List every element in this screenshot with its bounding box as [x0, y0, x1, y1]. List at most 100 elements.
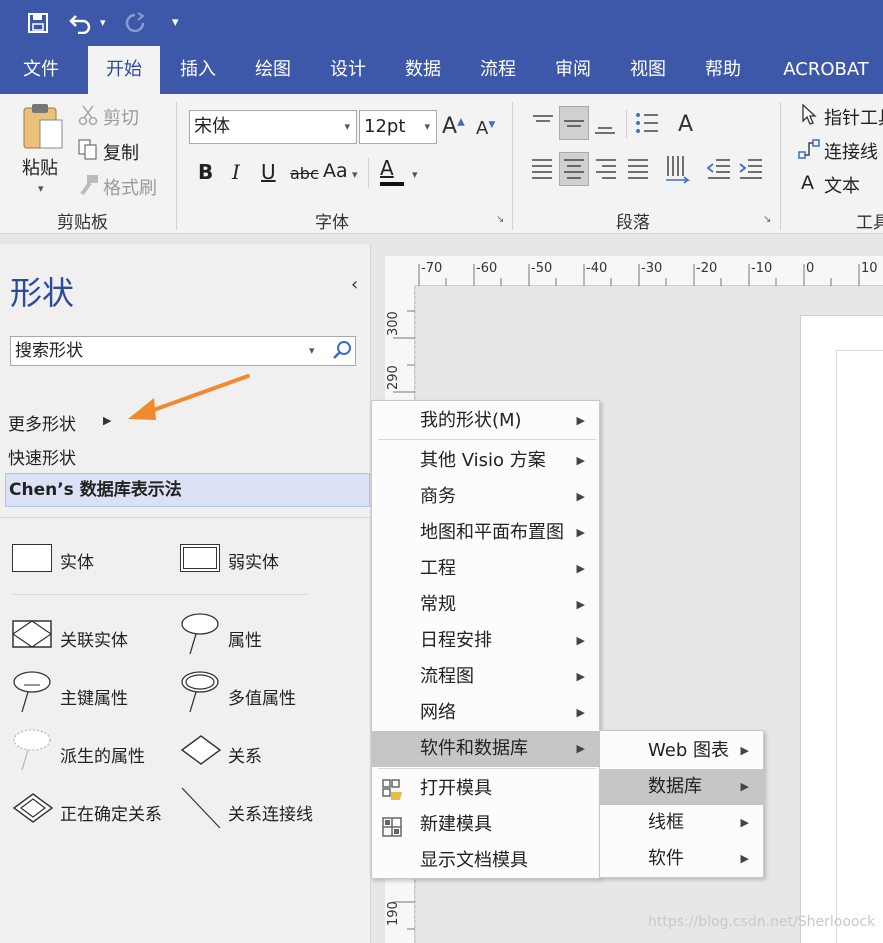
menu-item-flowchart[interactable]: 流程图 ▶: [372, 659, 599, 695]
font-color-button[interactable]: A: [380, 156, 404, 186]
shape-label[interactable]: 主键属性: [60, 684, 128, 709]
tab-file[interactable]: 文件: [8, 46, 74, 94]
shape-label[interactable]: 关系: [228, 742, 262, 767]
chevron-down-icon[interactable]: ▾: [412, 168, 418, 181]
chevron-right-icon[interactable]: ▶: [103, 414, 111, 427]
search-icon[interactable]: [331, 339, 353, 361]
quick-shapes-button[interactable]: 快速形状: [8, 444, 76, 469]
chevron-down-icon[interactable]: ▾: [352, 168, 358, 181]
weak-entity-icon[interactable]: [180, 544, 220, 572]
primary-key-attribute-icon[interactable]: [12, 670, 52, 714]
collapse-panel-icon[interactable]: ‹: [351, 274, 358, 295]
menu-item-engineering[interactable]: 工程 ▶: [372, 551, 599, 587]
underline-button[interactable]: U: [261, 160, 276, 184]
paste-icon[interactable]: [20, 102, 64, 152]
undo-dropdown-icon[interactable]: ▾: [100, 0, 106, 46]
shape-label[interactable]: 多值属性: [228, 684, 296, 709]
pointer-tool-button[interactable]: 指针工具: [824, 104, 883, 130]
shape-label[interactable]: 关系连接线: [228, 800, 313, 825]
shape-label[interactable]: 弱实体: [228, 548, 279, 573]
entity-icon[interactable]: [12, 544, 52, 572]
shrink-font-icon[interactable]: A▼: [476, 118, 495, 139]
grow-font-icon[interactable]: A▲: [442, 114, 465, 139]
chevron-down-icon[interactable]: ▾: [309, 337, 315, 365]
align-bottom-icon[interactable]: [592, 108, 618, 138]
tab-data[interactable]: 数据: [392, 46, 454, 94]
shape-label[interactable]: 属性: [228, 626, 262, 651]
dialog-launcher-icon[interactable]: ↘: [763, 214, 771, 225]
bullets-icon[interactable]: [634, 110, 660, 136]
font-name-combo[interactable]: 宋体 ▾: [189, 110, 357, 144]
text-direction-vertical-icon[interactable]: [664, 154, 692, 184]
multivalued-attribute-icon[interactable]: [180, 670, 220, 714]
tab-help[interactable]: 帮助: [692, 46, 754, 94]
bold-button[interactable]: B: [198, 160, 213, 184]
selected-stencil[interactable]: Chen’s 数据库表示法: [5, 473, 370, 507]
menu-item-database[interactable]: 数据库 ▶: [600, 769, 763, 805]
strikethrough-button[interactable]: abc: [290, 164, 319, 183]
text-tool-icon[interactable]: A: [801, 172, 814, 194]
align-middle-icon[interactable]: [559, 106, 589, 140]
format-painter-button[interactable]: 格式刷: [103, 174, 157, 200]
attribute-icon[interactable]: [180, 612, 220, 656]
identifying-relationship-icon[interactable]: [12, 792, 54, 824]
decrease-indent-icon[interactable]: [706, 156, 732, 184]
tab-review[interactable]: 审阅: [542, 46, 604, 94]
tab-draw[interactable]: 绘图: [242, 46, 304, 94]
cut-button[interactable]: 剪切: [103, 104, 139, 130]
align-center-icon[interactable]: [559, 152, 589, 186]
menu-item-other-visio[interactable]: 其他 Visio 方案 ▶: [372, 443, 599, 479]
menu-item-wireframe[interactable]: 线框 ▶: [600, 805, 763, 841]
menu-item-new-stencil[interactable]: 新建模具: [372, 807, 599, 843]
tab-acrobat[interactable]: ACROBAT: [774, 46, 878, 94]
increase-indent-icon[interactable]: [738, 156, 764, 184]
menu-item-general[interactable]: 常规 ▶: [372, 587, 599, 623]
align-left-icon[interactable]: [530, 156, 554, 184]
pointer-tool-icon[interactable]: [800, 103, 818, 126]
menu-item-maps-floorplans[interactable]: 地图和平面布置图 ▶: [372, 515, 599, 551]
menu-item-network[interactable]: 网络 ▶: [372, 695, 599, 731]
tab-design[interactable]: 设计: [317, 46, 379, 94]
chevron-down-icon[interactable]: ▾: [344, 111, 350, 143]
undo-icon[interactable]: [68, 0, 94, 50]
search-shapes-input[interactable]: 搜索形状 ▾: [10, 336, 356, 366]
menu-item-label: 工程: [420, 558, 456, 579]
tab-view[interactable]: 视图: [617, 46, 679, 94]
menu-item-web-diagram[interactable]: Web 图表 ▶: [600, 733, 763, 769]
menu-item-business[interactable]: 商务 ▶: [372, 479, 599, 515]
font-size-combo[interactable]: 12pt ▾: [359, 110, 437, 144]
menu-item-schedule[interactable]: 日程安排 ▶: [372, 623, 599, 659]
menu-item-show-document-stencil[interactable]: 显示文档模具: [372, 843, 599, 879]
align-top-icon[interactable]: [530, 108, 556, 138]
copy-button[interactable]: 复制: [103, 139, 139, 165]
menu-item-open-stencil[interactable]: 打开模具: [372, 771, 599, 807]
italic-button[interactable]: I: [232, 160, 240, 184]
tab-insert[interactable]: 插入: [167, 46, 229, 94]
associative-entity-icon[interactable]: [11, 620, 53, 648]
paste-button[interactable]: 粘贴: [22, 154, 58, 180]
shape-label[interactable]: 关联实体: [60, 626, 128, 651]
shape-label[interactable]: 派生的属性: [60, 742, 145, 767]
more-shapes-button[interactable]: 更多形状: [8, 410, 76, 435]
relationship-connector-icon[interactable]: [180, 786, 222, 830]
shape-label[interactable]: 正在确定关系: [60, 800, 162, 825]
change-case-button[interactable]: Aa: [323, 160, 348, 182]
paste-dropdown-icon[interactable]: ▾: [38, 182, 44, 195]
align-right-icon[interactable]: [594, 156, 618, 184]
save-icon[interactable]: [27, 0, 49, 50]
menu-item-software-database[interactable]: 软件和数据库 ▶: [372, 731, 599, 767]
tab-process[interactable]: 流程: [467, 46, 529, 94]
justify-icon[interactable]: [626, 156, 650, 184]
dialog-launcher-icon[interactable]: ↘: [496, 214, 504, 225]
derived-attribute-icon[interactable]: [12, 728, 52, 772]
customize-quick-access-icon[interactable]: ▾: [172, 0, 179, 46]
connector-button[interactable]: 连接线: [824, 138, 878, 164]
text-tool-button[interactable]: 文本: [824, 172, 860, 198]
shape-label[interactable]: 实体: [60, 548, 94, 573]
chevron-down-icon[interactable]: ▾: [424, 111, 430, 143]
relationship-icon[interactable]: [180, 734, 222, 766]
tab-home[interactable]: 开始: [88, 46, 160, 94]
menu-item-my-shapes[interactable]: 我的形状(M) ▶: [372, 403, 599, 439]
connector-icon[interactable]: [798, 138, 820, 160]
menu-item-software[interactable]: 软件 ▶: [600, 841, 763, 877]
